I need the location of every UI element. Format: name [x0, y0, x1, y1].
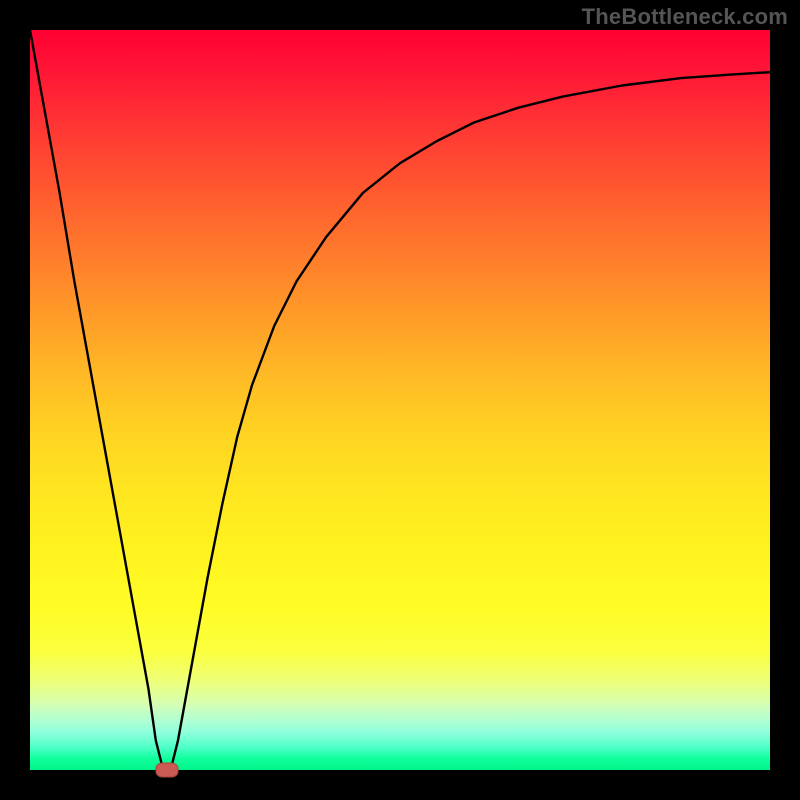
- optimal-point-marker: [155, 763, 178, 778]
- plot-area: [30, 30, 770, 770]
- chart-frame: TheBottleneck.com: [0, 0, 800, 800]
- watermark-text: TheBottleneck.com: [582, 4, 788, 30]
- bottleneck-curve: [30, 30, 770, 770]
